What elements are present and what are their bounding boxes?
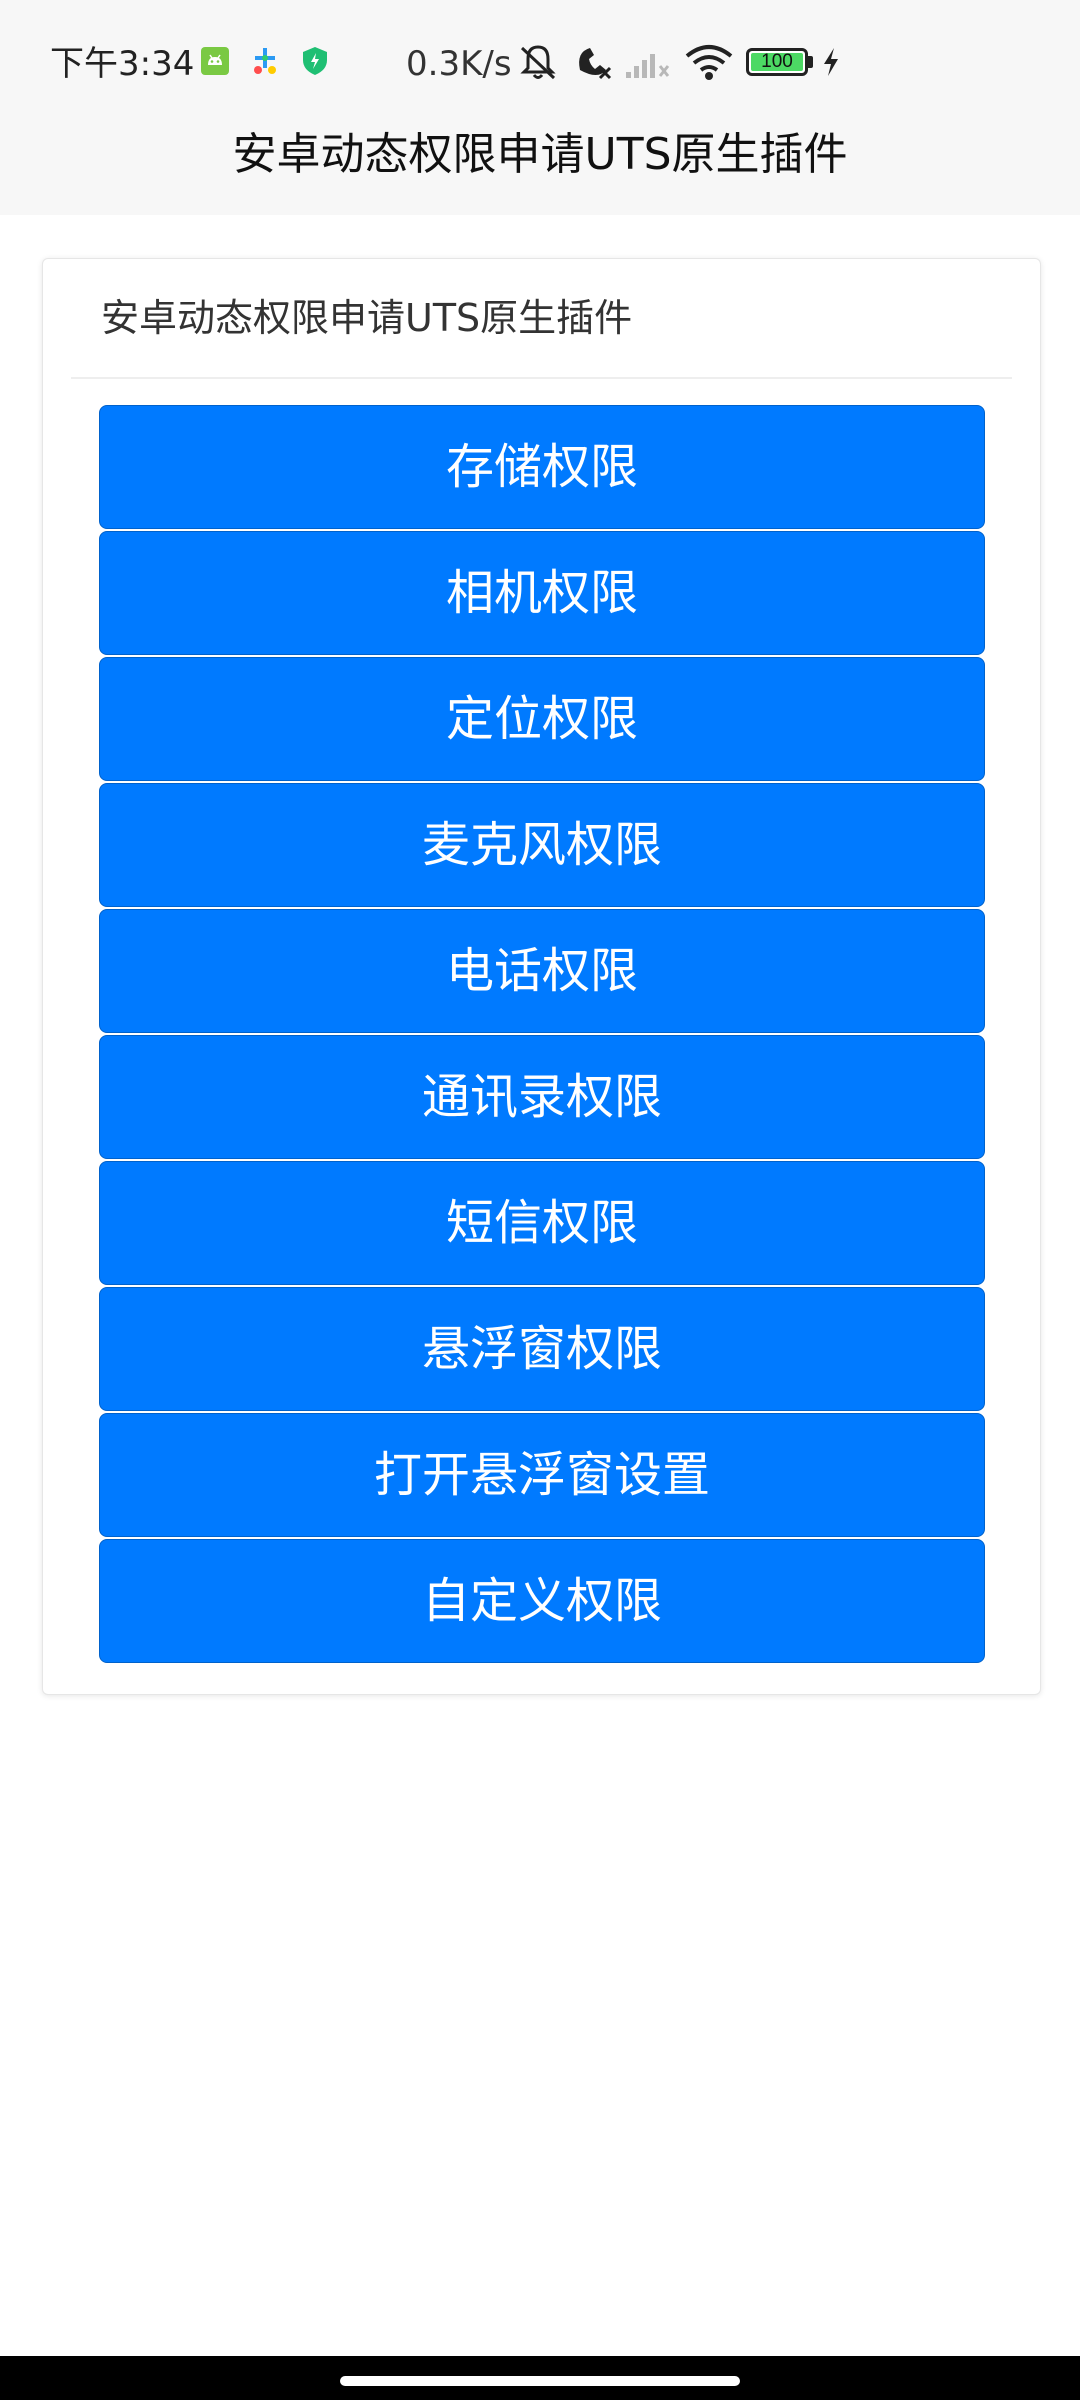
microphone-permission-button[interactable]: 麦克风权限	[99, 783, 985, 907]
signal-icon	[626, 54, 670, 78]
status-time: 下午3:34	[50, 44, 195, 84]
game-app-icon	[254, 48, 276, 74]
status-bar: 下午3:34 0.3K/s 100	[0, 0, 1080, 130]
battery-icon: 100	[746, 48, 808, 76]
card-title: 安卓动态权限申请UTS原生插件	[101, 296, 633, 340]
home-indicator[interactable]	[340, 2376, 740, 2386]
network-speed: 0.3K/s	[406, 44, 512, 84]
page-title: 安卓动态权限申请UTS原生插件	[232, 129, 848, 180]
navigation-bar: 安卓动态权限申请UTS原生插件	[0, 130, 1080, 215]
mute-bell-icon	[520, 45, 556, 80]
gesture-navigation-bar	[0, 2356, 1080, 2400]
camera-permission-button[interactable]: 相机权限	[99, 531, 985, 655]
location-permission-button[interactable]: 定位权限	[99, 657, 985, 781]
card-header: 安卓动态权限申请UTS原生插件	[71, 259, 1012, 379]
sms-permission-button[interactable]: 短信权限	[99, 1161, 985, 1285]
open-overlay-settings-button[interactable]: 打开悬浮窗设置	[99, 1413, 985, 1537]
overlay-permission-button[interactable]: 悬浮窗权限	[99, 1287, 985, 1411]
storage-permission-button[interactable]: 存储权限	[99, 405, 985, 529]
battery-cap	[808, 56, 813, 68]
permission-button-list: 存储权限 相机权限 定位权限 麦克风权限 电话权限 通讯录权限 短信权限 悬浮窗…	[99, 405, 985, 1665]
battery-level: 100	[761, 51, 793, 72]
custom-permission-button[interactable]: 自定义权限	[99, 1539, 985, 1663]
contacts-permission-button[interactable]: 通讯录权限	[99, 1035, 985, 1159]
charging-bolt-icon	[824, 48, 838, 76]
missed-call-icon	[579, 48, 612, 80]
android-app-icon	[201, 47, 229, 75]
permission-card: 安卓动态权限申请UTS原生插件 存储权限 相机权限 定位权限 麦克风权限 电话权…	[42, 258, 1041, 1695]
wifi-icon	[685, 45, 733, 80]
security-shield-icon	[303, 47, 327, 75]
phone-permission-button[interactable]: 电话权限	[99, 909, 985, 1033]
